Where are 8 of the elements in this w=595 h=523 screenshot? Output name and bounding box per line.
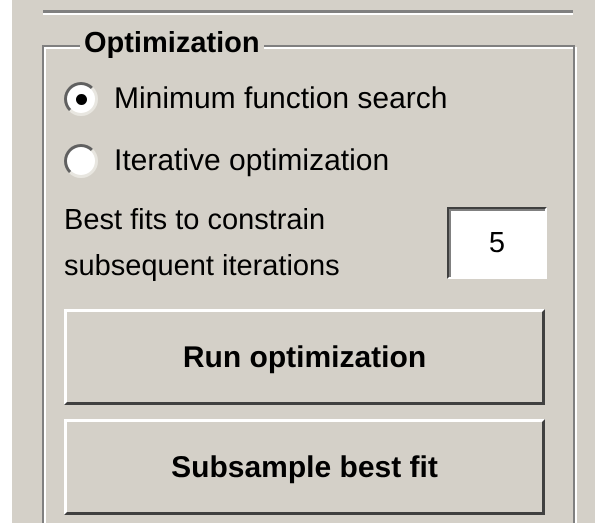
radio-button[interactable] bbox=[64, 82, 98, 116]
radio-label[interactable]: Minimum function search bbox=[114, 81, 448, 117]
radio-button[interactable] bbox=[64, 144, 98, 178]
action-button[interactable]: Subsample best fit bbox=[64, 419, 545, 515]
best-fits-input[interactable]: 5 bbox=[447, 207, 547, 279]
action-button[interactable]: Run optimization bbox=[64, 309, 545, 405]
radio-label[interactable]: Iterative optimization bbox=[114, 143, 390, 179]
best-fits-label: Best fits to constrain subsequent iterations bbox=[64, 203, 341, 284]
